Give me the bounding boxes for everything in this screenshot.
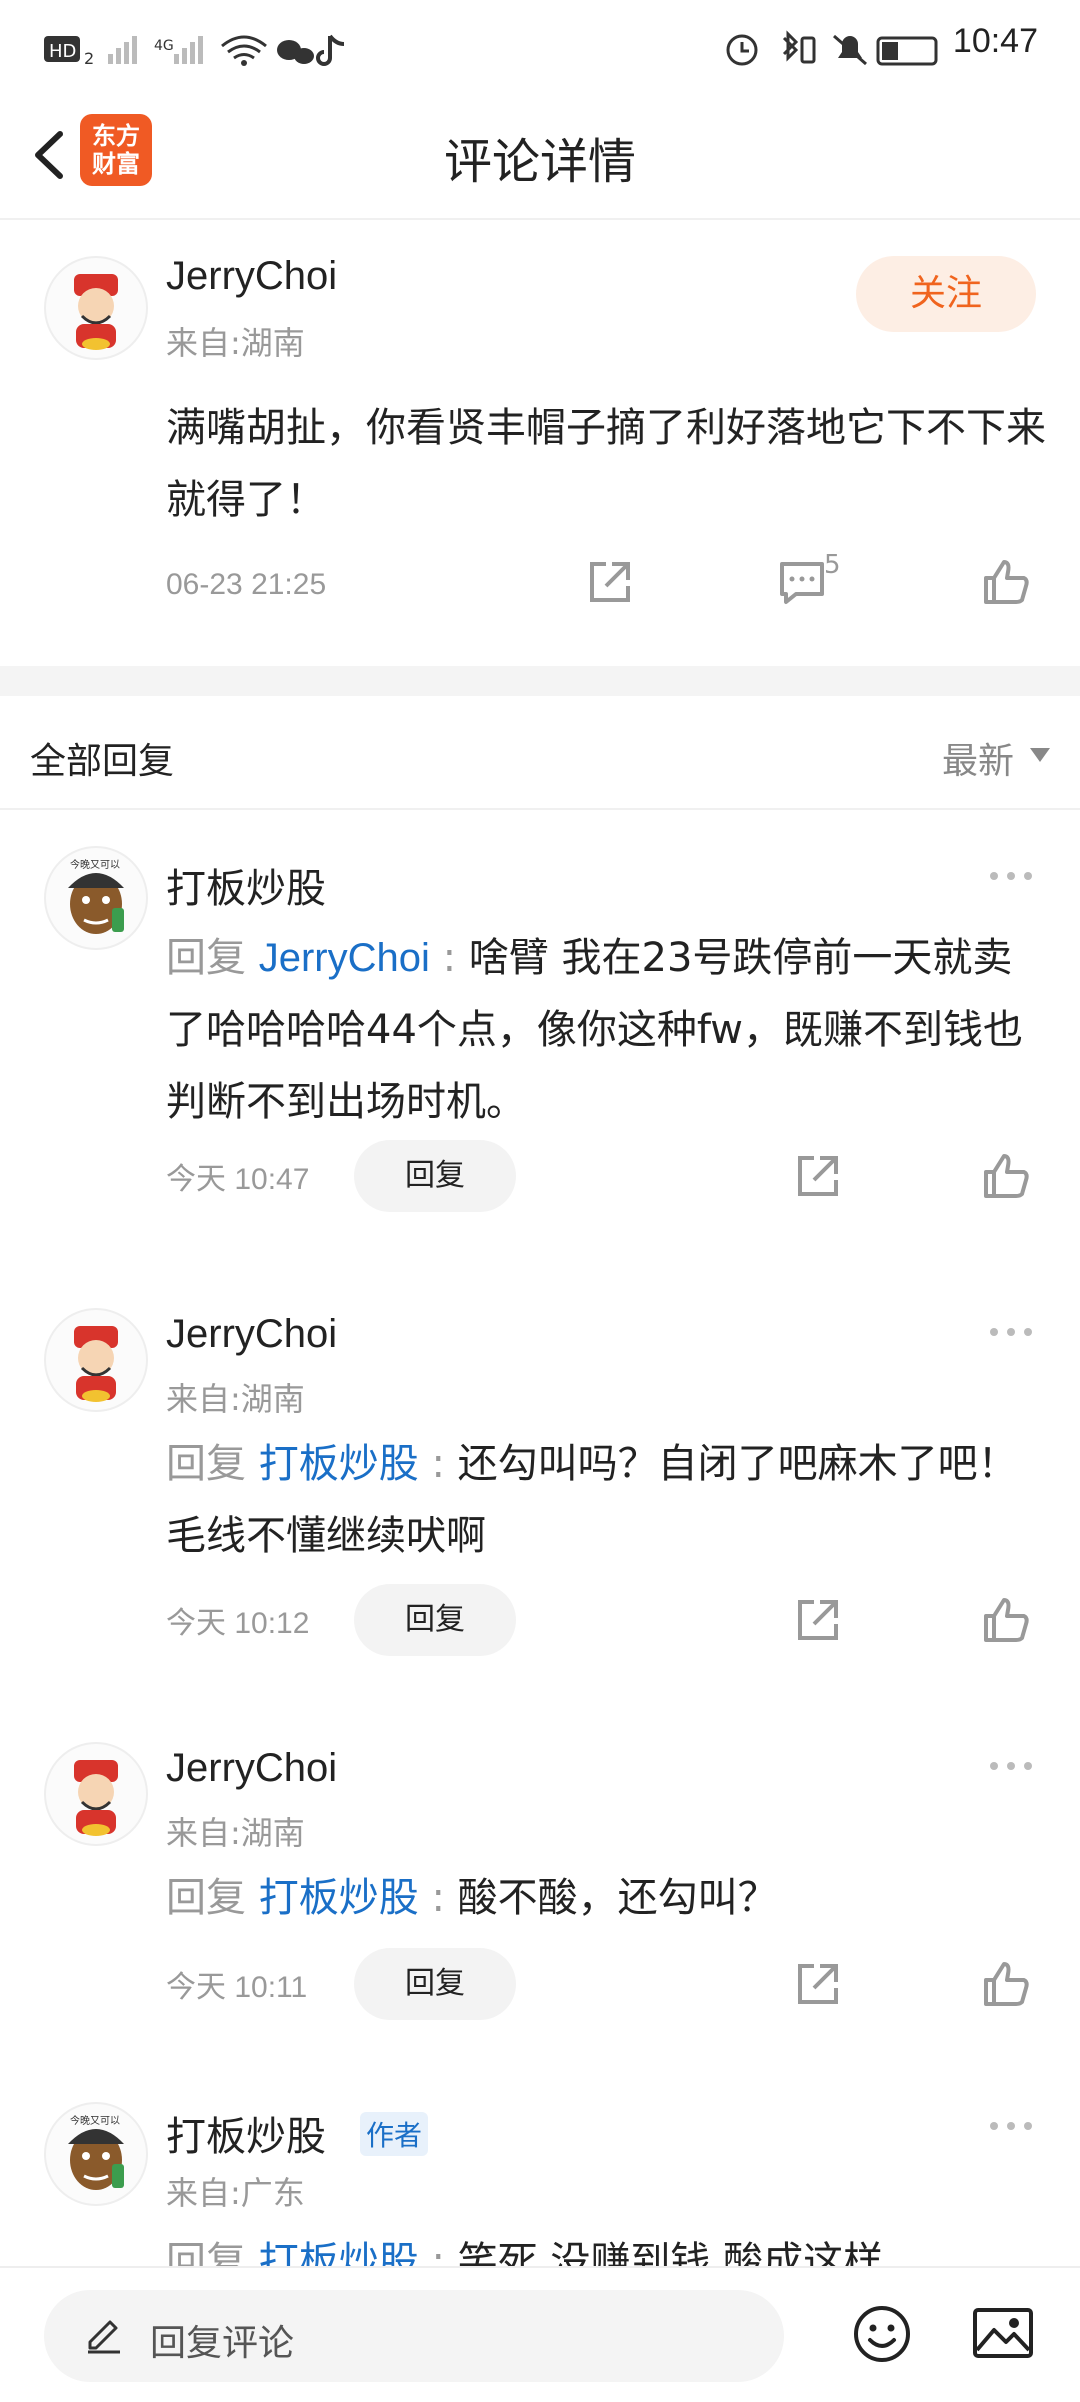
location: 来自:湖南 — [166, 1380, 305, 1418]
reply-separator: : — [442, 935, 457, 981]
follow-button[interactable]: 关注 — [856, 256, 1036, 332]
pencil-icon — [88, 2320, 120, 2354]
share-icon[interactable] — [792, 1958, 844, 2010]
reply-time: 今天 10:12 — [166, 1607, 310, 1640]
like-icon[interactable] — [980, 1594, 1032, 1646]
reply-input[interactable]: 回复评论 — [44, 2290, 784, 2382]
reply-text: 回复 打板炒股 : 笑死 没赚到钱 酸成这样 — [166, 2226, 1046, 2266]
more-icon[interactable] — [986, 1756, 1036, 1776]
more-icon[interactable] — [986, 1322, 1036, 1342]
avatar[interactable] — [44, 256, 148, 360]
username[interactable]: JerryChoi — [166, 1312, 337, 1357]
reply-separator: : — [431, 1875, 445, 1921]
reply-count: 5 — [824, 550, 841, 580]
reply-prefix: 回复 — [166, 1441, 246, 1487]
more-icon[interactable] — [986, 866, 1036, 886]
reply-button[interactable]: 回复 — [354, 1584, 516, 1656]
username[interactable]: JerryChoi — [166, 254, 337, 299]
svg-text:HD: HD — [49, 41, 76, 62]
section-divider — [0, 666, 1080, 696]
reply-input-placeholder: 回复评论 — [150, 2323, 295, 2364]
more-icon[interactable] — [986, 2116, 1036, 2136]
comment-text: 满嘴胡扯，你看贤丰帽子摘了利好落地它下不下来就得了！ — [166, 405, 1046, 523]
reply-target-link[interactable]: 打板炒股 — [259, 1876, 419, 1920]
image-icon[interactable] — [972, 2306, 1034, 2362]
avatar[interactable]: 今晚又可以 — [44, 2102, 148, 2206]
reply-prefix: 回复 — [166, 1875, 246, 1921]
svg-text:2: 2 — [84, 49, 94, 68]
header: 东方 财富 评论详情 — [0, 100, 1080, 220]
like-icon[interactable] — [980, 1958, 1032, 2010]
caishen-avatar-icon — [74, 1760, 118, 1836]
all-replies-label: 全部回复 — [30, 741, 175, 782]
reply-item: 今晚又可以 打板炒股 作者 来自:广东 回复 打板炒股 : 笑死 没赚到钱 酸成… — [0, 2060, 1080, 2266]
reply-body: 笑死 没赚到钱 酸成这样 — [457, 2239, 884, 2266]
cartoon-avatar-icon: 今晚又可以 — [68, 858, 124, 934]
page-title: 评论详情 — [443, 134, 636, 190]
emoji-icon[interactable] — [852, 2304, 912, 2364]
reply-text: 回复 JerryChoi : 啥臂 我在23号跌停前一天就卖了哈哈哈哈44个点，… — [166, 922, 1046, 1138]
cartoon-avatar-icon: 今晚又可以 — [68, 2114, 124, 2190]
status-bar: HD 2 4G 10:47 — [0, 0, 1080, 100]
reply-prefix: 回复 — [166, 2239, 246, 2266]
comment-icon[interactable] — [776, 556, 828, 608]
reply-separator: : — [431, 1441, 445, 1487]
reply-prefix: 回复 — [166, 935, 246, 981]
avatar[interactable] — [44, 1308, 148, 1412]
main-comment: JerryChoi 来自:湖南 关注 满嘴胡扯，你看贤丰帽子摘了利好落地它下不下… — [0, 220, 1080, 666]
avatar[interactable]: 今晚又可以 — [44, 846, 148, 950]
reply-time: 今天 10:47 — [166, 1163, 310, 1196]
reply-separator: : — [431, 2239, 445, 2266]
status-left-icons: HD 2 4G — [44, 34, 344, 68]
reply-button[interactable]: 回复 — [354, 1140, 516, 1212]
caishen-avatar-icon — [74, 1326, 118, 1402]
chevron-down-icon[interactable] — [1030, 748, 1050, 762]
username[interactable]: 打板炒股 — [166, 2104, 326, 2162]
location: 来自:湖南 — [166, 1814, 305, 1852]
avatar[interactable] — [44, 1742, 148, 1846]
comment-time: 06-23 21:25 — [166, 568, 327, 601]
svg-text:今晚又可以: 今晚又可以 — [70, 858, 120, 871]
reply-body: 酸不酸，还勾叫？ — [457, 1875, 778, 1921]
reply-button[interactable]: 回复 — [354, 1948, 516, 2020]
reply-item: JerryChoi 来自:湖南 回复 打板炒股 : 酸不酸，还勾叫？ 今天 10… — [0, 1700, 1080, 2060]
reply-text: 回复 打板炒股 : 还勾叫吗？自闭了吧麻木了吧！毛线不懂继续吠啊 — [166, 1428, 1046, 1572]
like-icon[interactable] — [980, 1150, 1032, 1202]
status-right-icons — [726, 30, 938, 66]
share-icon[interactable] — [584, 556, 636, 608]
sort-dropdown[interactable]: 最新 — [942, 732, 1014, 784]
bottom-bar: 回复评论 — [0, 2266, 1080, 2402]
reply-item: JerryChoi 来自:湖南 回复 打板炒股 : 还勾叫吗？自闭了吧麻木了吧！… — [0, 1266, 1080, 1700]
author-badge: 作者 — [360, 2112, 429, 2156]
svg-text:4G: 4G — [154, 38, 174, 54]
reply-target-link[interactable]: 打板炒股 — [259, 2240, 419, 2266]
replies-header: 全部回复 最新 — [0, 696, 1080, 810]
share-icon[interactable] — [792, 1594, 844, 1646]
caishen-avatar-icon — [74, 274, 118, 350]
username[interactable]: 打板炒股 — [166, 856, 326, 914]
location: 来自:广东 — [166, 2174, 305, 2212]
status-time: 10:47 — [952, 22, 1038, 60]
reply-text: 回复 打板炒股 : 酸不酸，还勾叫？ — [166, 1862, 1046, 1934]
reply-item: 今晚又可以 打板炒股 回复 JerryChoi : 啥臂 我在23号跌停前一天就… — [0, 810, 1080, 1246]
reply-time: 今天 10:11 — [166, 1971, 308, 2004]
like-icon[interactable] — [980, 556, 1032, 608]
share-icon[interactable] — [792, 1150, 844, 1202]
reply-target-link[interactable]: JerryChoi — [259, 936, 430, 980]
location: 来自:湖南 — [166, 324, 305, 362]
reply-target-link[interactable]: 打板炒股 — [259, 1442, 419, 1486]
username[interactable]: JerryChoi — [166, 1746, 337, 1791]
svg-text:今晚又可以: 今晚又可以 — [70, 2114, 120, 2127]
